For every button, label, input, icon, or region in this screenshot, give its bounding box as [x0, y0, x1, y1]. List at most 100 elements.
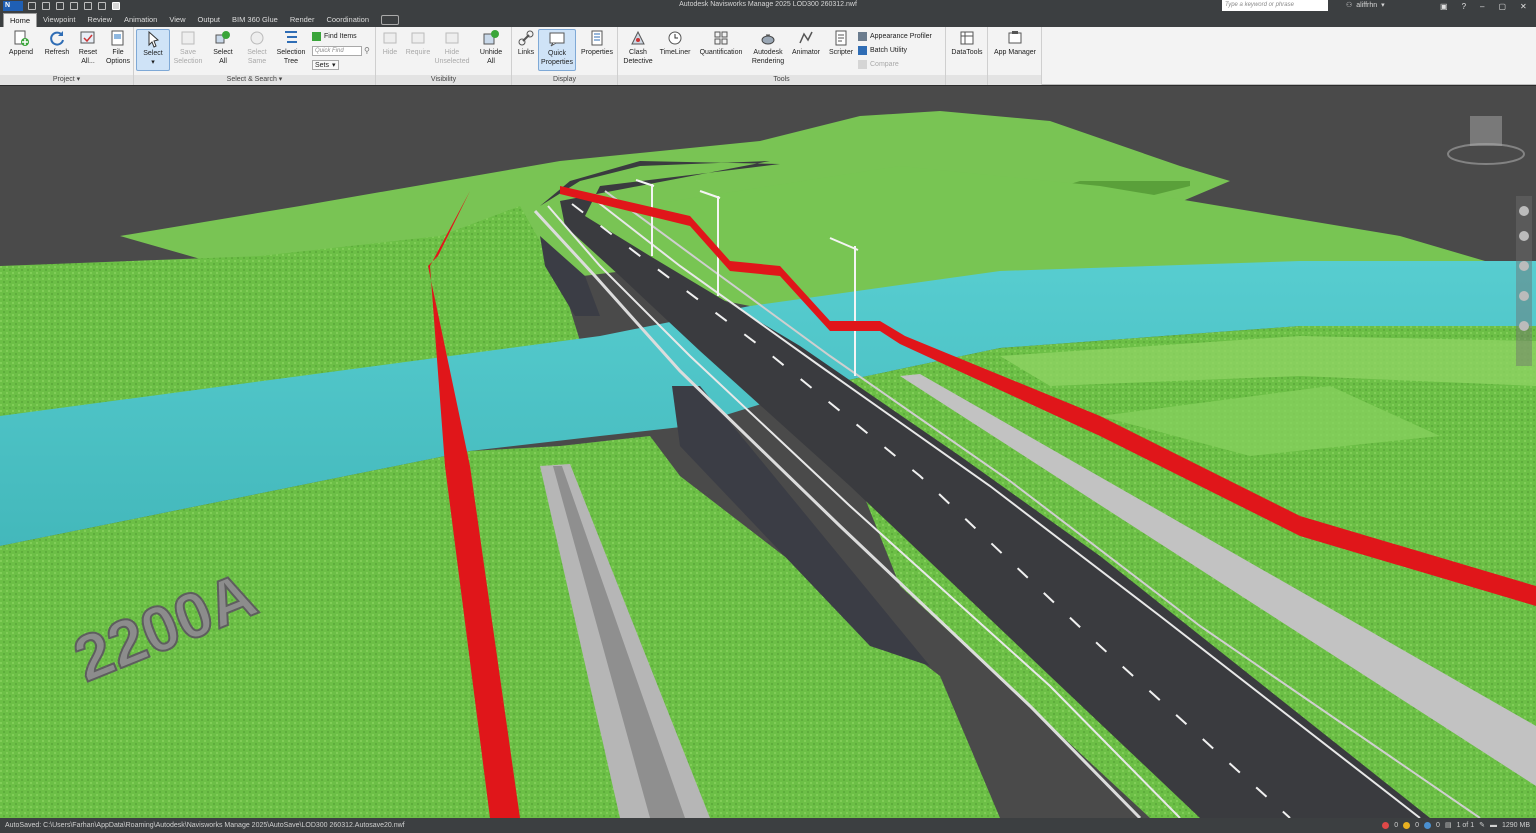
navigation-bar[interactable] — [1516, 196, 1532, 366]
binoculars-icon[interactable]: ⚲ — [364, 46, 370, 55]
select-all-button[interactable]: Select All — [208, 29, 238, 66]
tab-view[interactable]: View — [163, 13, 191, 27]
quick-properties-button[interactable]: Quick Properties — [538, 29, 576, 71]
tab-home[interactable]: Home — [3, 13, 38, 27]
viewcube-cube[interactable] — [1470, 116, 1502, 146]
close-button[interactable]: ✕ — [1520, 2, 1527, 11]
reset-icon — [80, 31, 95, 44]
warning-icon[interactable] — [1403, 822, 1411, 829]
tab-coordination[interactable]: Coordination — [320, 13, 375, 27]
window-controls: ▣ ? – ▢ ✕ — [1440, 0, 1527, 12]
status-bar: AutoSaved: C:\Users\Farhan\AppData\Roami… — [0, 818, 1536, 833]
quantification-button[interactable]: Quantification — [694, 29, 748, 58]
chevron-down-icon: ▾ — [332, 62, 336, 69]
batch-utility-button[interactable]: Batch Utility — [858, 46, 907, 55]
selection-tree-button[interactable]: Selection Tree — [274, 29, 308, 66]
file-options-icon — [111, 30, 124, 46]
orbit-icon[interactable] — [1519, 291, 1529, 301]
selection-tree-icon — [285, 31, 297, 43]
unhide-all-button[interactable]: Unhide All — [476, 29, 506, 66]
help-icon[interactable]: ? — [1462, 2, 1466, 11]
animator-button[interactable]: Animator — [788, 29, 824, 58]
search-input[interactable]: Type a keyword or phrase — [1222, 0, 1328, 11]
zoom-icon[interactable] — [1519, 261, 1529, 271]
minimize-button[interactable]: – — [1480, 2, 1484, 11]
quick-properties-label-1: Quick — [548, 50, 566, 57]
select-all-label-1: Select — [213, 49, 233, 56]
quick-find-input[interactable]: Quick Find — [312, 46, 362, 56]
pencil-icon[interactable]: ✎ — [1479, 818, 1485, 833]
batch-utility-icon — [858, 46, 867, 55]
exchange-icon[interactable]: ▣ — [1440, 2, 1448, 11]
quantification-icon — [714, 31, 728, 45]
sheet-browser-icon[interactable]: ▤ — [1445, 818, 1452, 833]
links-button[interactable]: Links — [514, 29, 538, 58]
3d-viewport[interactable]: 2200A — [0, 86, 1536, 818]
sets-dropdown[interactable]: Sets ▾ — [312, 60, 339, 70]
file-options-button[interactable]: File Options — [104, 29, 132, 66]
refresh-button[interactable]: Refresh — [42, 29, 72, 58]
appearance-profiler-button[interactable]: Appearance Profiler — [858, 32, 932, 41]
datatools-button[interactable]: DataTools — [948, 29, 986, 58]
memory-usage: 1290 MB — [1501, 822, 1530, 829]
app-manager-label: App Manager — [993, 49, 1037, 56]
clash-detective-button[interactable]: Clash Detective — [620, 29, 656, 66]
pan-icon[interactable] — [1519, 231, 1529, 241]
quantification-label: Quantification — [699, 49, 743, 56]
navigation-bar-bg — [1516, 196, 1532, 366]
reset-all-button[interactable]: Reset All... — [74, 29, 102, 66]
timeliner-icon — [668, 31, 682, 45]
tab-output[interactable]: Output — [191, 13, 226, 27]
select-same-button[interactable]: Select Same — [242, 29, 272, 66]
quick-properties-icon — [549, 32, 565, 47]
tab-animation[interactable]: Animation — [118, 13, 163, 27]
panel-display: Links Quick Properties Properties Displa… — [512, 27, 618, 85]
select-button[interactable]: Select ▾ — [136, 29, 170, 71]
hide-unselected-icon — [445, 32, 459, 44]
steering-wheel-icon[interactable] — [1519, 206, 1529, 216]
panel-title-project[interactable]: Project ▾ — [0, 75, 133, 85]
refresh-icon — [50, 31, 64, 46]
tab-review[interactable]: Review — [81, 13, 118, 27]
user-icon: ⚇ — [1346, 2, 1353, 9]
find-items-button[interactable]: Find Items — [312, 32, 357, 41]
hide-button[interactable]: Hide — [378, 29, 402, 58]
panel-tools: Clash Detective TimeLiner Quantification… — [618, 27, 946, 85]
autodesk-rendering-button[interactable]: Autodesk Rendering — [748, 29, 788, 66]
select-same-label-1: Select — [247, 49, 267, 56]
select-same-icon — [250, 31, 264, 45]
compare-button[interactable]: Compare — [858, 60, 899, 69]
ribbon-options-button[interactable] — [381, 15, 399, 25]
properties-button[interactable]: Properties — [578, 29, 616, 58]
save-selection-icon — [181, 31, 195, 45]
panel-visibility: Hide Require Hide Unselected Unhide All … — [376, 27, 512, 85]
append-button[interactable]: Append — [6, 29, 36, 58]
scripter-button[interactable]: Scripter — [824, 29, 858, 58]
links-label: Links — [517, 49, 535, 56]
tab-viewpoint[interactable]: Viewpoint — [37, 13, 81, 27]
append-icon — [14, 30, 29, 46]
autodesk-rendering-label-1: Autodesk — [753, 49, 783, 56]
info-count: 0 — [1436, 822, 1440, 829]
tab-bim360-glue[interactable]: BIM 360 Glue — [226, 13, 284, 27]
error-icon[interactable] — [1382, 822, 1390, 829]
clash-detective-label-1: Clash — [629, 49, 647, 56]
hide-unselected-button[interactable]: Hide Unselected — [434, 29, 470, 66]
save-selection-button[interactable]: Save Selection — [172, 29, 204, 66]
panel-title-app-manager — [988, 75, 1041, 85]
timeliner-button[interactable]: TimeLiner — [656, 29, 694, 58]
look-icon[interactable] — [1519, 321, 1529, 331]
app-manager-button[interactable]: App Manager — [990, 29, 1040, 58]
status-indicators: 0 0 0 ▤ 1 of 1 ✎ ▬ 1290 MB — [1382, 818, 1530, 833]
panel-title-select-search[interactable]: Select & Search ▾ — [134, 75, 375, 85]
user-account[interactable]: ⚇ aliffrhn ▾ — [1346, 1, 1385, 10]
properties-icon — [591, 30, 603, 46]
scene-render[interactable]: 2200A — [0, 86, 1536, 818]
datatools-icon — [960, 31, 974, 45]
chevron-down-icon: ▾ — [1381, 2, 1385, 9]
tab-render[interactable]: Render — [284, 13, 321, 27]
maximize-button[interactable]: ▢ — [1498, 2, 1506, 11]
require-button[interactable]: Require — [402, 29, 434, 58]
compare-label: Compare — [870, 61, 899, 68]
info-icon[interactable] — [1424, 822, 1432, 829]
